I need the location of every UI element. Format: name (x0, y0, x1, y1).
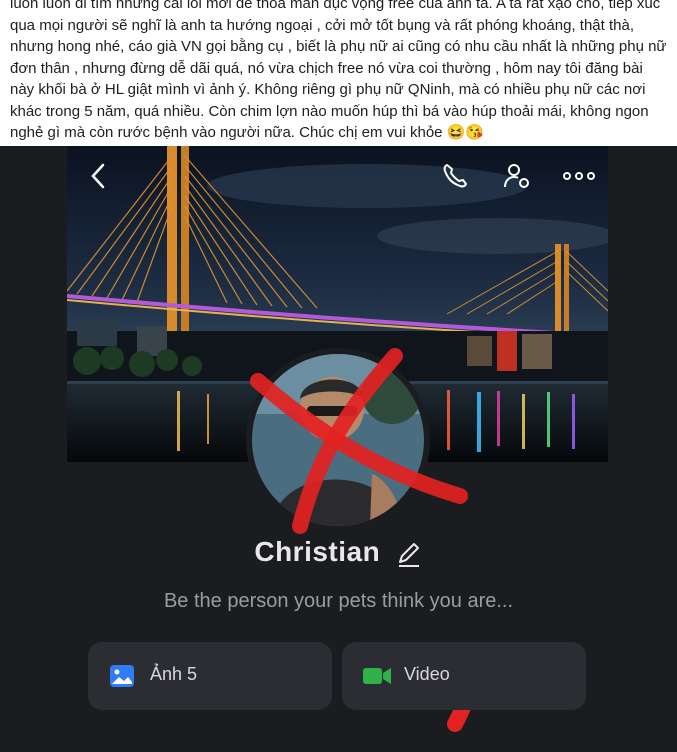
edit-pencil-icon[interactable] (395, 540, 423, 573)
photo-icon (108, 662, 136, 695)
post-body-text: luôn luôn đi tìm những cái lồi mới để th… (10, 0, 667, 141)
photos-label: Ảnh 5 (150, 664, 198, 684)
photos-button[interactable]: Ảnh 5 (88, 642, 332, 710)
video-camera-icon (362, 662, 392, 695)
profile-bio: Be the person your pets think you are... (163, 590, 514, 612)
post-text-area: luôn luôn đi tìm những cái lồi mới để th… (0, 0, 677, 146)
videos-label: Video (404, 664, 450, 684)
videos-button[interactable]: Video (342, 642, 586, 710)
profile-name: Christian (254, 536, 381, 567)
profile-screenshot: Christian Be the person your pets think … (0, 146, 677, 752)
profile-name-row: Christian (0, 536, 677, 573)
